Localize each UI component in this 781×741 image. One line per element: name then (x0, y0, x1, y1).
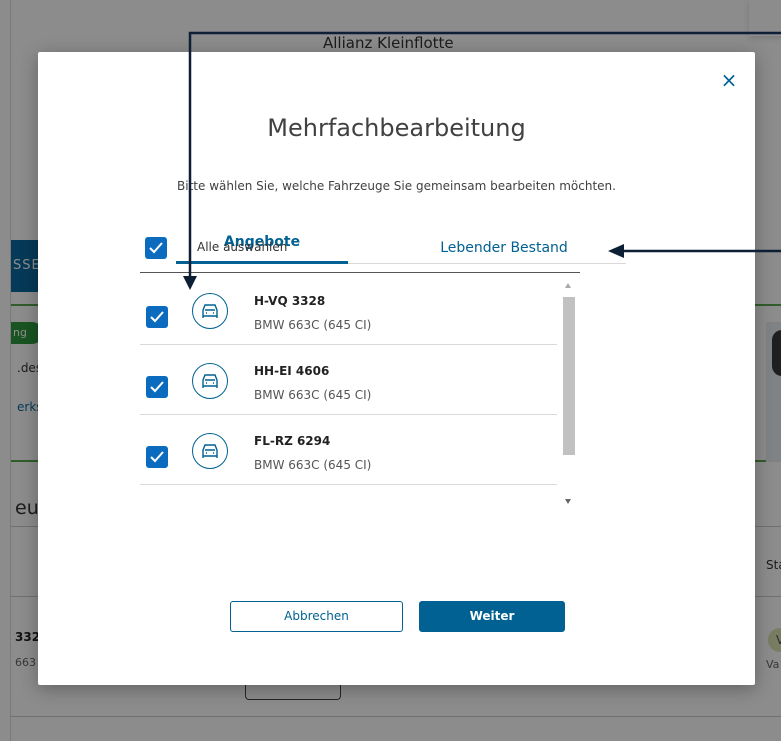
vehicle-model: BMW 663C (645 CI) (254, 318, 372, 332)
vehicle-plate: FL-RZ 6294 (254, 434, 331, 448)
vehicle-plate: H-VQ 3328 (254, 294, 326, 308)
list-item[interactable]: H-VQ 3328 BMW 663C (645 CI) (140, 275, 557, 345)
checkmark-icon (150, 451, 164, 463)
vehicle-checkbox[interactable] (146, 306, 168, 328)
list-scrollbar[interactable] (560, 277, 578, 511)
car-icon (192, 293, 228, 329)
select-all-checkbox[interactable] (145, 237, 167, 259)
close-icon[interactable]: × (719, 70, 739, 90)
list-item[interactable]: FL-RZ 6294 BMW 663C (645 CI) (140, 415, 557, 485)
select-all-label: Alle auswählen (197, 240, 288, 254)
select-all-row[interactable]: Alle auswählen (145, 237, 580, 263)
vehicle-model: BMW 663C (645 CI) (254, 458, 372, 472)
scroll-up-arrow-icon[interactable] (565, 283, 571, 288)
vehicle-list[interactable]: H-VQ 3328 BMW 663C (645 CI) HH-EI 4606 B… (140, 275, 580, 511)
checkmark-icon (150, 381, 164, 393)
vehicle-checkbox[interactable] (146, 446, 168, 468)
modal-subtitle: Bitte wählen Sie, welche Fahrzeuge Sie g… (177, 179, 616, 193)
next-button[interactable]: Weiter (419, 601, 565, 632)
vehicle-checkbox[interactable] (146, 376, 168, 398)
car-icon (192, 433, 228, 469)
car-icon (192, 363, 228, 399)
cancel-button[interactable]: Abbrechen (230, 601, 403, 632)
checkmark-icon (149, 242, 163, 254)
scroll-down-arrow-icon[interactable] (565, 499, 571, 504)
modal-title: Mehrfachbearbeitung (267, 114, 526, 142)
checkmark-icon (150, 311, 164, 323)
vehicle-plate: HH-EI 4606 (254, 364, 330, 378)
list-item[interactable]: HH-EI 4606 BMW 663C (645 CI) (140, 345, 557, 415)
select-all-divider (140, 272, 580, 273)
scroll-thumb[interactable] (563, 297, 575, 455)
vehicle-model: BMW 663C (645 CI) (254, 388, 372, 402)
